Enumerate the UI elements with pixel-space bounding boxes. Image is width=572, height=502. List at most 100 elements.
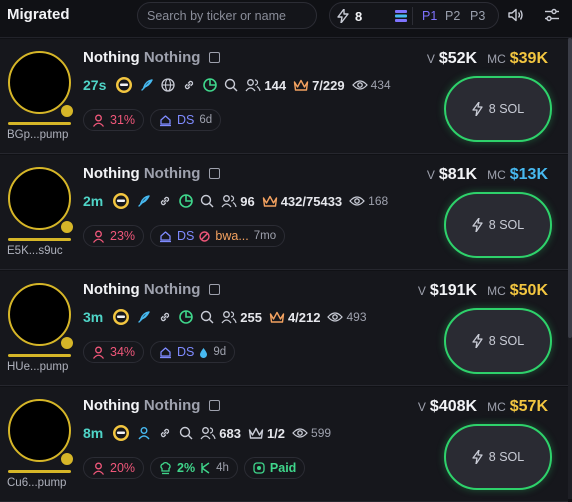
bonding-progress-bar: [8, 238, 71, 241]
dev-holding-pill: 20%: [83, 457, 145, 479]
feather-icon[interactable]: [137, 310, 151, 324]
token-ticker: Nothing: [143, 281, 201, 298]
drop-icon: [200, 347, 208, 358]
dev-avatar-icon[interactable]: [112, 192, 130, 210]
user-icon[interactable]: [137, 426, 151, 440]
search-icon[interactable]: [179, 426, 193, 440]
views-count: 493: [327, 310, 367, 324]
search-icon[interactable]: [200, 194, 214, 208]
scrollbar[interactable]: [568, 38, 572, 499]
marketcap-value: $57K: [509, 398, 548, 415]
users-icon: [245, 79, 261, 92]
holders-value: 144: [264, 77, 287, 93]
top-holders-value: 432/75433: [280, 193, 343, 209]
buy-amount: 8 SOL: [488, 218, 525, 232]
quick-buy-amount[interactable]: 8: [355, 9, 362, 24]
bundle-pill: 2% 4h: [150, 457, 238, 479]
token-name: Nothing Nothing: [83, 397, 220, 414]
bolt-icon: [472, 334, 483, 348]
preset-p1[interactable]: P1: [422, 9, 437, 23]
quick-buy-button[interactable]: 8 SOL: [444, 76, 552, 142]
pie-icon[interactable]: [203, 78, 218, 92]
copy-icon[interactable]: [208, 52, 220, 63]
token-age: 8m: [83, 425, 104, 441]
feather-icon[interactable]: [140, 78, 154, 92]
preset-p3[interactable]: P3: [470, 9, 485, 23]
dev-avatar-icon[interactable]: [115, 76, 133, 94]
sliders-icon[interactable]: [544, 8, 560, 22]
token-row[interactable]: HUe...pump Nothing Nothing 3m 255 4/212 …: [0, 271, 568, 386]
token-address[interactable]: BGp...pump: [7, 129, 68, 141]
paid-pill: Paid: [243, 457, 306, 479]
eye-icon: [351, 80, 368, 90]
bolt-icon: [472, 450, 483, 464]
pie-icon[interactable]: [179, 310, 194, 324]
users-icon: [221, 311, 237, 324]
search-input[interactable]: Search by ticker or name: [137, 2, 317, 29]
ds-age: 9d: [213, 346, 227, 358]
paid-label: Paid: [269, 461, 297, 475]
dev-holding-pill: 31%: [83, 109, 145, 131]
quick-buy-button[interactable]: 8 SOL: [444, 424, 552, 490]
dev-avatar-icon[interactable]: [112, 308, 130, 326]
copy-icon[interactable]: [208, 284, 220, 295]
link-icon[interactable]: [158, 426, 172, 440]
volume-value: $81K: [438, 166, 478, 183]
pie-icon[interactable]: [179, 194, 194, 208]
dev-holding-pill: 23%: [83, 225, 145, 247]
volume-icon[interactable]: [508, 8, 524, 22]
views-value: 599: [311, 426, 332, 440]
marketcap-label: MC: [487, 168, 506, 182]
link-icon[interactable]: [158, 310, 172, 324]
token-row[interactable]: BGp...pump Nothing Nothing 27s 144 7/229…: [0, 39, 568, 154]
quick-buy-button[interactable]: 8 SOL: [444, 192, 552, 258]
volume-value: $408K: [429, 398, 478, 415]
search-icon[interactable]: [224, 78, 238, 92]
feather-icon[interactable]: [137, 194, 151, 208]
preset-p2[interactable]: P2: [445, 9, 460, 23]
header-bar: Migrated Search by ticker or name 8 P1 P…: [0, 0, 572, 38]
token-row[interactable]: Cu6...pump Nothing Nothing 8m 683 1/2 59…: [0, 387, 568, 502]
token-address[interactable]: Cu6...pump: [7, 477, 66, 489]
quick-buy-button[interactable]: 8 SOL: [444, 308, 552, 374]
dev-avatar-icon[interactable]: [112, 424, 130, 442]
token-badges: 31% DS 6d: [83, 109, 222, 131]
users-icon: [200, 427, 216, 440]
token-stats: 3m 255 4/212 493: [83, 307, 367, 327]
volume-marketcap: V $191K MC $50K: [418, 282, 548, 300]
token-address[interactable]: E5K...s9uc: [7, 245, 63, 257]
user-icon: [92, 346, 105, 359]
search-icon[interactable]: [200, 310, 214, 324]
page-title: Migrated: [7, 6, 70, 23]
buy-amount: 8 SOL: [488, 450, 525, 464]
copy-icon[interactable]: [208, 168, 220, 179]
buy-amount: 8 SOL: [488, 102, 525, 116]
token-address[interactable]: HUe...pump: [7, 361, 68, 373]
crown-icon: [262, 195, 277, 207]
marketcap-value: $39K: [509, 50, 548, 67]
link-icon[interactable]: [158, 194, 172, 208]
marketcap-value: $13K: [509, 166, 548, 183]
top-holders-count: 4/212: [269, 310, 320, 325]
token-stats: 2m 96 432/75433 168: [83, 191, 388, 211]
link-icon[interactable]: [182, 78, 196, 92]
views-value: 168: [368, 194, 389, 208]
scrollbar-thumb[interactable]: [568, 38, 572, 338]
volume-marketcap: V $81K MC $13K: [427, 166, 548, 184]
token-badges: 20% 2% 4h Paid: [83, 457, 306, 479]
blocked-icon: [199, 230, 211, 242]
stack-icon[interactable]: [394, 9, 408, 23]
holders-count: 96: [221, 194, 255, 209]
copy-icon[interactable]: [208, 400, 220, 411]
users-icon: [221, 195, 237, 208]
token-row[interactable]: E5K...s9uc Nothing Nothing 2m 96 432/754…: [0, 155, 568, 270]
token-ticker: Nothing: [143, 165, 201, 182]
token-name: Nothing Nothing: [83, 49, 220, 66]
token-badges: 34% DS 9d: [83, 341, 236, 363]
globe-icon[interactable]: [161, 78, 176, 92]
pill-icon: [59, 219, 75, 235]
views-value: 493: [346, 310, 367, 324]
volume-marketcap: V $52K MC $39K: [427, 50, 548, 68]
volume-marketcap: V $408K MC $57K: [418, 398, 548, 416]
ds-label: DS: [177, 229, 195, 243]
